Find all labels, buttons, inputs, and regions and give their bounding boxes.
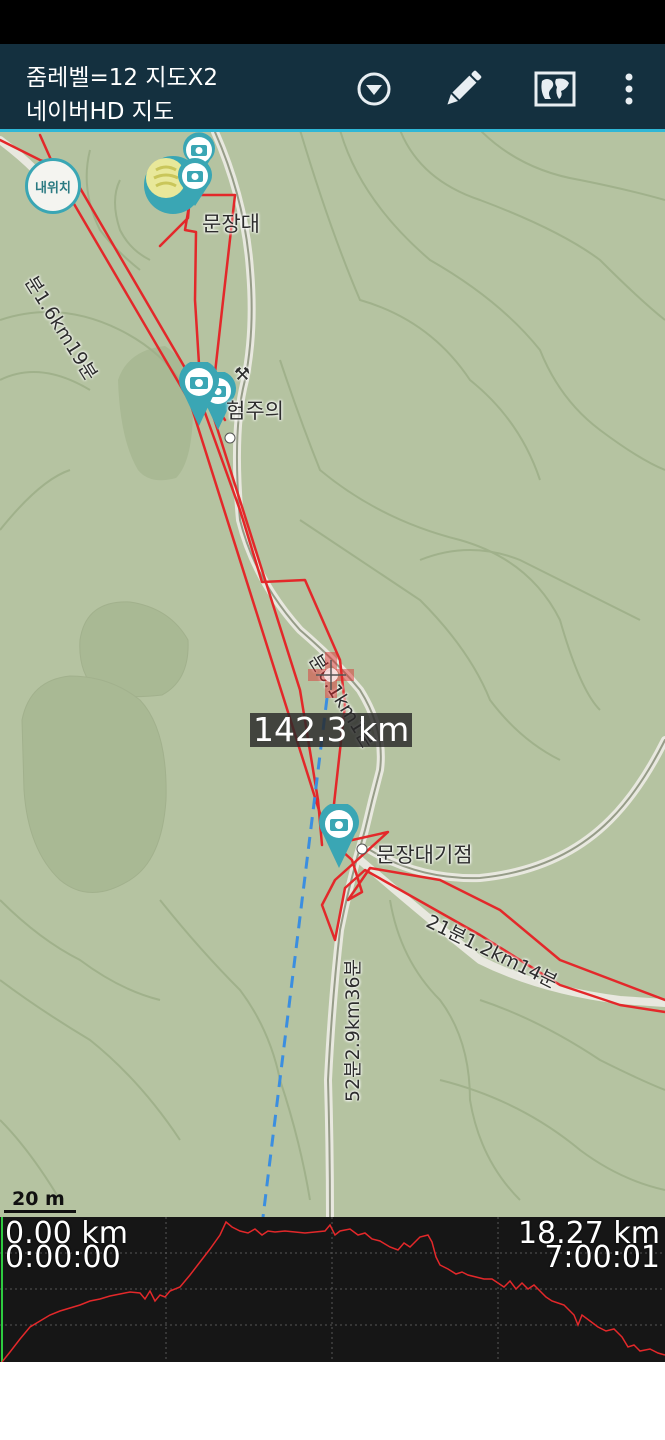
elevation-profile[interactable]: 0.00 km 0:00:00 18.27 km 7:00:01 — [0, 1217, 665, 1362]
my-location-label: 내위치 — [35, 180, 71, 196]
map-layer-button[interactable] — [530, 64, 580, 114]
signpost-icon: ⚒ — [234, 364, 251, 385]
map-picture-icon — [534, 71, 576, 107]
my-location-marker[interactable]: 내위치 — [25, 158, 81, 214]
camera-pin-icon — [178, 158, 212, 206]
chevron-down-circle-icon — [357, 72, 391, 106]
map-view[interactable]: 내위치 문장대 험주의 문장대기점 ⚒ 분1.6km19분 분0.1km1분 2… — [0, 132, 665, 1217]
dropdown-button[interactable] — [349, 64, 399, 114]
status-bar — [0, 0, 665, 44]
scale-label: 20 m — [12, 1188, 65, 1210]
start-time: 0:00:00 — [5, 1240, 121, 1275]
bottom-blank-area — [0, 1362, 665, 1440]
place-label-mungjangdae: 문장대 — [202, 212, 260, 236]
distance-readout: 142.3 km — [250, 713, 413, 747]
trail-label-seg4: 52분2.9km36분 — [342, 958, 364, 1102]
more-vertical-icon — [625, 73, 633, 105]
zoom-level-title: 줌레벨=12 지도X2 — [26, 65, 219, 91]
place-label-caution: 험주의 — [226, 399, 284, 423]
more-options-button[interactable] — [604, 64, 654, 114]
end-time: 7:00:01 — [544, 1240, 660, 1275]
place-label-junction: 문장대기점 — [376, 843, 473, 867]
photo-marker[interactable] — [178, 362, 220, 428]
scale-bar — [4, 1210, 76, 1213]
pencil-icon — [447, 70, 482, 105]
app-bar: 줌레벨=12 지도X2 네이버HD 지도 — [0, 44, 665, 132]
crosshair-icon — [308, 652, 354, 698]
edit-button[interactable] — [438, 64, 488, 114]
camera-pin-icon — [319, 804, 359, 868]
camera-pin-icon — [179, 362, 219, 426]
photo-marker[interactable] — [318, 804, 360, 870]
map-source-title[interactable]: 네이버HD 지도 — [26, 92, 174, 126]
photo-marker[interactable] — [176, 158, 214, 208]
